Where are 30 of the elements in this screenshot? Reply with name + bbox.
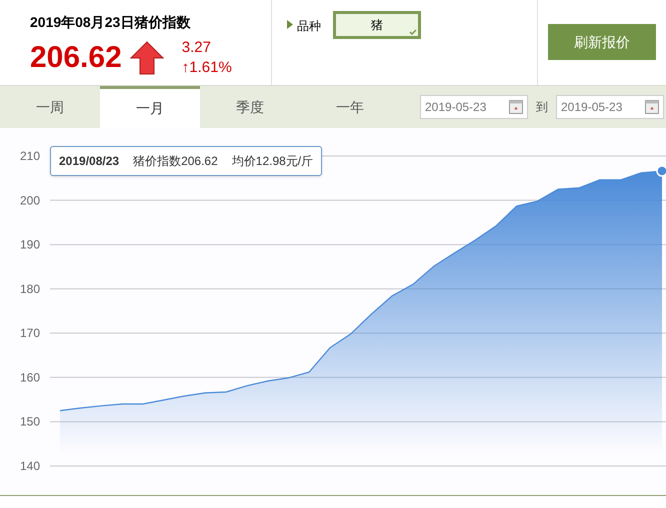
variety-select[interactable]: 猪	[333, 11, 421, 39]
axis-tick-label: 160	[20, 370, 40, 384]
period-tab[interactable]: 一年	[300, 86, 400, 128]
date-separator: 到	[536, 99, 548, 116]
calendar-icon[interactable]	[509, 100, 523, 114]
tooltip-date: 2019/08/23	[59, 153, 120, 170]
change-percent: ↑1.61%	[182, 58, 232, 78]
triangle-icon	[287, 20, 293, 29]
period-tab[interactable]: 季度	[200, 86, 300, 128]
date-to-field[interactable]: 2019-05-23	[556, 95, 664, 119]
change-value: 3.27	[182, 38, 212, 58]
axis-tick-label: 170	[20, 326, 40, 340]
refresh-button[interactable]: 刷新报价	[548, 24, 656, 60]
date-from-field[interactable]: 2019-05-23	[420, 95, 528, 119]
calendar-icon[interactable]	[645, 100, 659, 114]
tooltip-index: 猪价指数206.62	[133, 153, 218, 170]
axis-tick-label: 150	[20, 414, 40, 429]
period-tab[interactable]: 一周	[0, 86, 100, 128]
tooltip-price: 均价12.98元/斤	[232, 153, 314, 170]
period-tab[interactable]: 一月	[100, 86, 200, 128]
axis-tick-label: 210	[20, 149, 40, 163]
index-value: 206.62	[30, 40, 122, 76]
up-arrow-icon	[130, 40, 164, 74]
axis-tick-label: 180	[20, 282, 40, 296]
axis-tick-label: 200	[20, 193, 40, 208]
axis-tick-label: 190	[20, 238, 40, 252]
check-icon	[409, 29, 417, 35]
axis-tick-label: 140	[20, 459, 40, 473]
index-title: 2019年08月23日猪价指数	[30, 13, 192, 32]
variety-label: 品种	[297, 18, 321, 35]
